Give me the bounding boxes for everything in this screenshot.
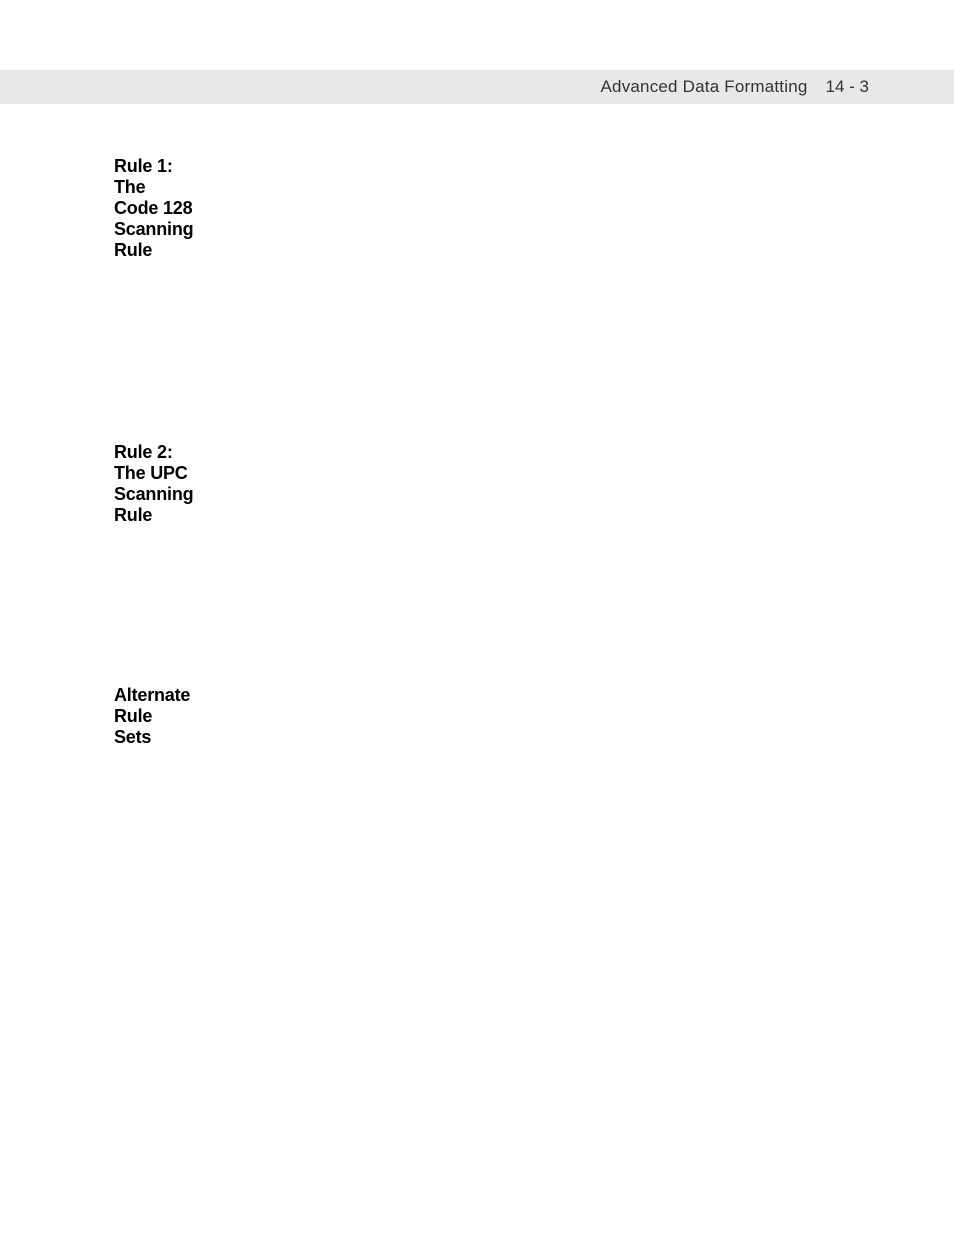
page-header: Advanced Data Formatting 14 - 3 (0, 70, 954, 104)
section-heading-alternate: Alternate Rule Sets (114, 685, 190, 748)
section-heading-rule-2: Rule 2: The UPC Scanning Rule (114, 442, 193, 526)
section-heading-rule-1: Rule 1: The Code 128 Scanning Rule (114, 156, 193, 261)
header-title: Advanced Data Formatting (601, 77, 808, 97)
header-page-number: 14 - 3 (826, 77, 869, 97)
